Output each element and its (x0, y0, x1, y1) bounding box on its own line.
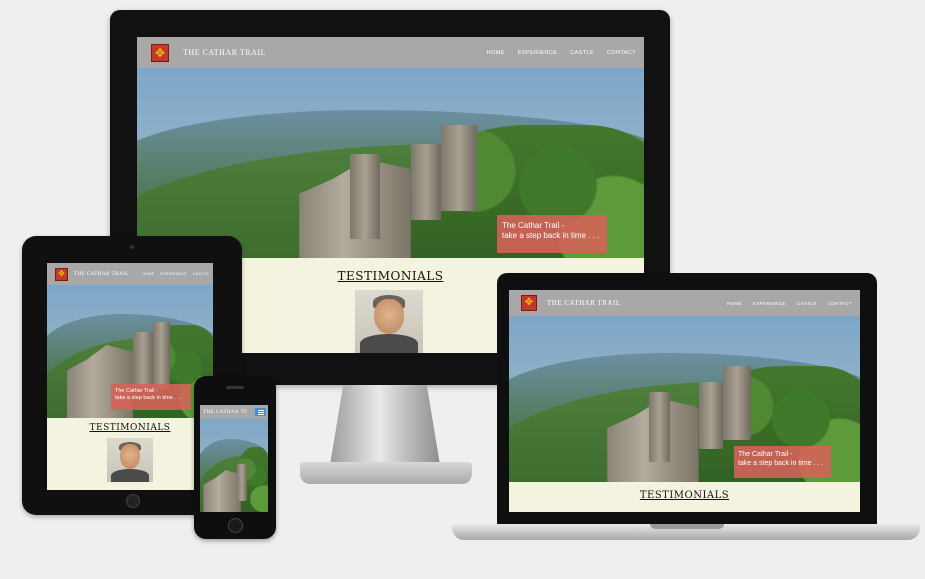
laptop-caption-line2: take a step back in time . . . (738, 459, 824, 467)
tablet-nav-experience[interactable]: EXPERIENCE (160, 272, 187, 276)
tablet-home-button (126, 494, 140, 508)
monitor-stand-base (300, 462, 472, 484)
tablet-testimonial-portrait (107, 438, 153, 482)
tablet-hero-image: The Cathar Trail - take a step back in t… (47, 285, 213, 418)
hero-caption: The Cathar Trail - take a step back in t… (497, 215, 607, 253)
brand-name[interactable]: THE CATHAR TRAIL (183, 48, 266, 57)
tablet-nav-links: HOME EXPERIENCE CASTLE (136, 272, 209, 276)
tablet-site-screen: ✥ THE CATHAR TRAIL HOME EXPERIENCE CASTL… (47, 263, 213, 490)
tablet-caption-line2: take a step back in time . . . (115, 394, 182, 401)
laptop-hero-image: The Cathar Trail - take a step back in t… (509, 316, 860, 482)
laptop-nav-experience[interactable]: EXPERIENCE (753, 301, 786, 306)
tablet-caption-line1: The Cathar Trail - (115, 388, 158, 394)
nav-link-castle[interactable]: CASTLE (570, 50, 594, 56)
hero-image: The Cathar Trail - take a step back in t… (137, 68, 644, 258)
hamburger-menu-icon[interactable] (255, 408, 266, 416)
tablet-nav-castle[interactable]: CASTLE (193, 272, 209, 276)
laptop-testimonials-heading: TESTIMONIALS (639, 490, 730, 501)
laptop-notch (650, 524, 724, 529)
tablet-navbar: ✥ THE CATHAR TRAIL HOME EXPERIENCE CASTL… (47, 263, 213, 285)
tablet-hero-caption: The Cathar Trail - take a step back in t… (111, 384, 191, 410)
phone-home-button (228, 518, 243, 533)
nav-links: HOME EXPERIENCE CASTLE CONTACT (474, 50, 636, 56)
laptop-logo-icon[interactable]: ✥ (521, 295, 537, 311)
tablet-testimonials-heading: TESTIMONIALS (89, 423, 171, 433)
tablet-camera (130, 245, 134, 249)
laptop-nav-links: HOME EXPERIENCE CASTLE CONTACT (716, 301, 852, 306)
cathar-cross-logo-icon[interactable]: ✥ (151, 43, 169, 62)
laptop-navbar: ✥ THE CATHAR TRAIL HOME EXPERIENCE CASTL… (509, 290, 860, 316)
hero-caption-line2: take a step back in time . . . (502, 231, 600, 240)
phone-speaker (226, 386, 244, 389)
phone-site-screen: THE CATHAR TF (200, 405, 268, 512)
nav-link-contact[interactable]: CONTACT (607, 50, 636, 56)
tablet-logo-icon[interactable]: ✥ (55, 267, 68, 281)
tablet-brand-name[interactable]: THE CATHAR TRAIL (74, 272, 129, 277)
desktop-navbar: ✥ THE CATHAR TRAIL HOME EXPERIENCE CASTL… (137, 37, 644, 68)
nav-link-home[interactable]: HOME (487, 50, 505, 56)
testimonial-portrait (355, 290, 423, 353)
laptop-nav-castle[interactable]: CASTLE (797, 301, 817, 306)
laptop-site-screen: ✥ THE CATHAR TRAIL HOME EXPERIENCE CASTL… (509, 290, 860, 512)
laptop-hero-caption: The Cathar Trail - take a step back in t… (734, 446, 831, 478)
phone-brand-name[interactable]: THE CATHAR TF (203, 410, 247, 415)
laptop-caption-line1: The Cathar Trail - (738, 451, 793, 458)
laptop-nav-home[interactable]: HOME (727, 301, 742, 306)
phone-menu-area (255, 408, 266, 416)
hero-caption-line1: The Cathar Trail - (502, 221, 565, 230)
tablet-nav-home[interactable]: HOME (142, 272, 154, 276)
monitor-stand-neck (330, 385, 440, 465)
nav-link-experience[interactable]: EXPERIENCE (518, 50, 557, 56)
phone-navbar: THE CATHAR TF (200, 405, 268, 419)
laptop-brand-name[interactable]: THE CATHAR TRAIL (547, 299, 621, 307)
laptop-nav-contact[interactable]: CONTACT (828, 301, 852, 306)
phone-hero-image (200, 419, 268, 512)
